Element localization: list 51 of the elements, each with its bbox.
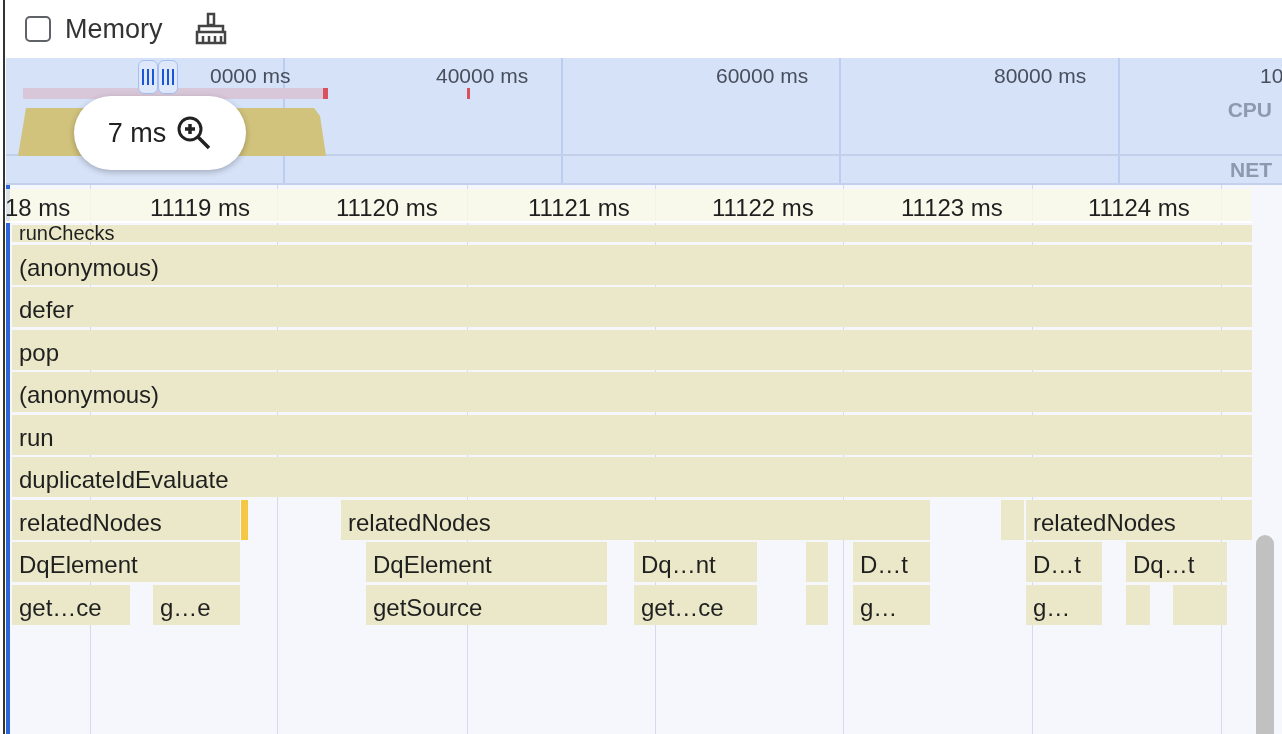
flame-block[interactable]: get…ce — [12, 584, 130, 625]
flame-block[interactable]: Dq…t — [1126, 542, 1227, 582]
flame-block[interactable]: getSource — [366, 584, 607, 625]
time-tick-label: 40000 ms — [436, 64, 529, 88]
flame-block[interactable]: DqElement — [12, 542, 240, 582]
flame-block[interactable]: defer — [12, 287, 1252, 327]
track-label: CPU — [1227, 98, 1272, 122]
time-tick-label: 80000 ms — [994, 64, 1087, 88]
flame-block[interactable]: g… — [853, 584, 930, 625]
time-tick-label: 11122 ms — [712, 194, 814, 222]
flame-block[interactable]: D…t — [1026, 542, 1102, 582]
time-tick-label: 0000 ms — [210, 64, 291, 88]
long-task-marker — [467, 88, 470, 99]
time-tick-label: 18 ms — [6, 194, 71, 222]
time-tick-label: 60000 ms — [716, 64, 809, 88]
flame-block[interactable]: Dq…nt — [634, 542, 757, 582]
range-handle[interactable] — [158, 60, 178, 94]
flame-block[interactable] — [806, 542, 828, 582]
selection-marker[interactable] — [241, 499, 248, 540]
scrollbar-thumb[interactable] — [1256, 535, 1274, 734]
time-tick-label: 11124 ms — [1088, 194, 1190, 222]
time-tick-label: 10 — [1260, 64, 1282, 88]
flame-block[interactable]: g…e — [153, 584, 240, 625]
flame-block[interactable] — [1001, 499, 1024, 540]
flame-block[interactable]: DqElement — [366, 542, 607, 582]
flame-block[interactable]: get…ce — [634, 584, 757, 625]
track-label: NET — [1230, 158, 1272, 182]
time-tick-label: 11121 ms — [528, 194, 630, 222]
flame-block[interactable]: runChecks — [12, 225, 1252, 242]
time-tick-label: 11123 ms — [901, 194, 1003, 222]
time-tick-label: 11120 ms — [336, 194, 438, 222]
flame-block[interactable]: (anonymous) — [12, 244, 1252, 285]
flame-block[interactable]: relatedNodes — [341, 499, 930, 540]
flame-block[interactable]: pop — [12, 329, 1252, 370]
flame-block[interactable]: relatedNodes — [12, 499, 240, 540]
flame-block[interactable] — [1173, 584, 1227, 625]
checkbox[interactable] — [25, 16, 51, 42]
zoom-in-icon — [176, 115, 213, 151]
flame-block[interactable] — [1126, 584, 1150, 625]
range-handle[interactable] — [138, 60, 158, 94]
flame-block[interactable]: D…t — [853, 542, 930, 582]
memory-label: Memory — [65, 13, 163, 45]
zoom-chip[interactable]: 7 ms — [74, 96, 246, 170]
time-tick-label: 11119 ms — [150, 194, 251, 222]
flame-block[interactable]: duplicateIdEvaluate — [12, 457, 1252, 497]
flame-block[interactable]: (anonymous) — [12, 372, 1252, 412]
flame-block[interactable]: relatedNodes — [1026, 499, 1252, 540]
long-task-marker — [323, 88, 328, 99]
flame-block[interactable] — [806, 584, 828, 625]
flame-block[interactable]: g… — [1026, 584, 1102, 625]
flame-block[interactable]: run — [12, 414, 1252, 455]
